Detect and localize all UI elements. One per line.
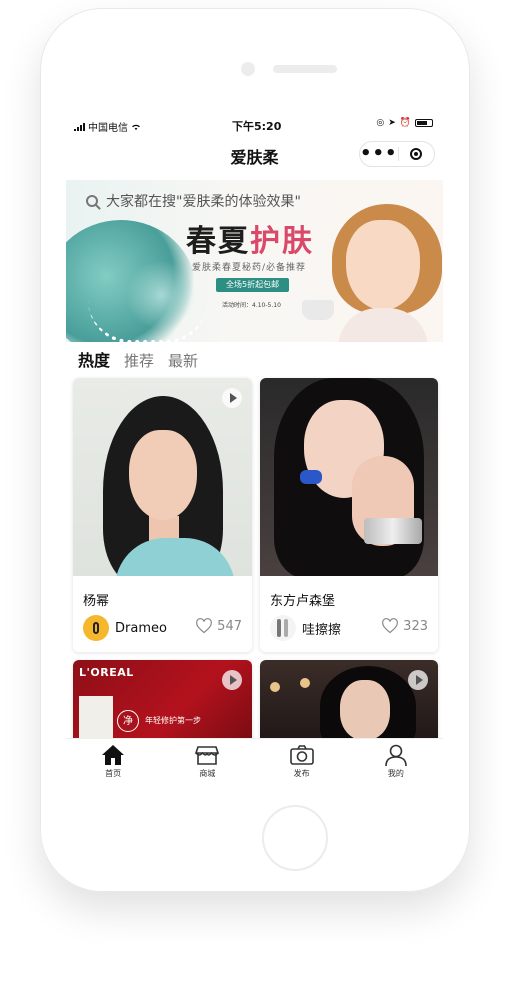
search-placeholder: 大家都在搜"爱肤柔的体验效果" bbox=[106, 194, 301, 210]
banner-headline: 春夏护肤 bbox=[186, 216, 314, 260]
tabbar-label: 发布 bbox=[293, 769, 310, 778]
avatar bbox=[83, 615, 109, 641]
post-card[interactable] bbox=[260, 660, 438, 750]
photo-subject-face bbox=[340, 680, 390, 740]
like-count: 547 bbox=[217, 618, 242, 634]
key-icon bbox=[93, 622, 99, 634]
tabbar-item-home[interactable]: 首页 bbox=[66, 739, 160, 784]
camera-icon bbox=[289, 745, 314, 765]
tabbar-label: 首页 bbox=[105, 769, 122, 778]
post-author[interactable]: 哇擦擦 bbox=[270, 615, 341, 641]
home-button[interactable] bbox=[262, 805, 328, 871]
post-title: 东方卢森堡 bbox=[270, 594, 336, 609]
photo-subject-ring bbox=[300, 470, 322, 484]
play-icon[interactable] bbox=[408, 670, 428, 690]
ad-circle-mark: 净 bbox=[117, 710, 139, 732]
tabbar-item-shop[interactable]: 商城 bbox=[160, 739, 254, 784]
ad-brand-logo: L'OREAL bbox=[79, 666, 134, 679]
heart-icon bbox=[382, 618, 399, 634]
post-author[interactable]: Drameo bbox=[83, 615, 167, 641]
banner-headline-part-b: 护 bbox=[250, 224, 282, 259]
status-bar: 中国电信 下午5:20 ◎ ➤ ⏰ bbox=[66, 114, 443, 136]
ad-slogan: 年轻修护第一步 bbox=[145, 716, 201, 725]
feed-tabs: 热度 推荐 最新 bbox=[78, 347, 198, 371]
post-photo bbox=[260, 660, 438, 740]
location-icon: ➤ bbox=[388, 118, 396, 128]
close-miniprogram-button[interactable] bbox=[399, 148, 434, 160]
post-photo: L'OREAL 净 年轻修护第一步 bbox=[73, 660, 252, 740]
banner-ribbon: 全场5折起包邮 bbox=[216, 278, 290, 292]
tabbar-label: 我的 bbox=[387, 769, 404, 778]
banner-pearls bbox=[88, 300, 208, 342]
tabbar-item-publish[interactable]: 发布 bbox=[255, 739, 349, 784]
play-icon[interactable] bbox=[222, 670, 242, 690]
like-button[interactable]: 547 bbox=[195, 618, 242, 634]
avatar bbox=[270, 615, 296, 641]
volume-down-button bbox=[37, 270, 40, 320]
more-menu-icon[interactable]: ••• bbox=[360, 145, 398, 163]
shop-icon bbox=[195, 746, 220, 765]
tabbar-item-profile[interactable]: 我的 bbox=[349, 739, 443, 784]
post-card[interactable]: 东方卢森堡 哇擦擦 323 bbox=[260, 378, 438, 652]
post-card[interactable]: 杨幂 Drameo 547 bbox=[73, 378, 252, 652]
miniprogram-capsule: ••• bbox=[359, 141, 435, 167]
front-camera bbox=[241, 62, 255, 76]
battery-icon bbox=[415, 119, 433, 127]
nav-bar: 爱肤柔 ••• bbox=[66, 136, 443, 172]
mute-switch bbox=[37, 158, 40, 188]
target-icon bbox=[410, 148, 423, 160]
post-photo bbox=[73, 378, 252, 576]
search-icon bbox=[86, 195, 98, 207]
banner-headline-part-a: 春夏 bbox=[186, 224, 250, 259]
photo-subject-face bbox=[129, 430, 197, 520]
author-name: 哇擦擦 bbox=[302, 622, 342, 638]
banner-illustration-face bbox=[346, 220, 420, 310]
product-package bbox=[79, 696, 113, 740]
post-title: 杨幂 bbox=[83, 594, 110, 609]
banner-illustration-body bbox=[338, 308, 428, 342]
earpiece-speaker bbox=[273, 65, 337, 73]
bottom-tab-bar: 首页 商城 发布 我的 bbox=[66, 738, 443, 784]
home-icon bbox=[102, 745, 125, 765]
person-icon bbox=[385, 744, 407, 767]
lock-rotation-icon: ◎ bbox=[376, 118, 385, 128]
photo-subject-bracelet bbox=[364, 518, 422, 544]
post-card[interactable]: L'OREAL 净 年轻修护第一步 bbox=[73, 660, 252, 750]
carrier-indicator: 中国电信 bbox=[74, 119, 141, 134]
search-bar[interactable]: 大家都在搜"爱肤柔的体验效果" bbox=[86, 188, 416, 214]
tabbar-label: 商城 bbox=[199, 769, 216, 778]
post-photo bbox=[260, 378, 438, 576]
alarm-icon: ⏰ bbox=[399, 118, 411, 128]
tab-recommended[interactable]: 推荐 bbox=[124, 350, 154, 371]
app-screen: 中国电信 下午5:20 ◎ ➤ ⏰ 爱肤柔 ••• 春夏护肤 爱肤柔春夏秘药/必… bbox=[66, 114, 443, 784]
play-icon[interactable] bbox=[222, 388, 242, 408]
status-time: 下午5:20 bbox=[232, 120, 282, 133]
carrier-name: 中国电信 bbox=[88, 123, 128, 134]
like-count: 323 bbox=[403, 618, 428, 634]
status-icons: ◎ ➤ ⏰ bbox=[376, 118, 433, 128]
wifi-icon bbox=[132, 124, 140, 130]
tab-hot[interactable]: 热度 bbox=[78, 347, 110, 371]
photo-background-lights bbox=[270, 682, 280, 692]
banner-date: 活动时间：4.10-5.10 bbox=[222, 302, 281, 309]
tab-latest[interactable]: 最新 bbox=[168, 350, 198, 371]
heart-icon bbox=[196, 618, 213, 634]
author-name: Drameo bbox=[115, 620, 167, 636]
volume-up-button bbox=[37, 208, 40, 258]
like-button[interactable]: 323 bbox=[381, 618, 428, 634]
banner-subtitle: 爱肤柔春夏秘药/必备推荐 bbox=[192, 263, 307, 273]
signal-icon bbox=[74, 122, 85, 131]
banner-headline-part-c: 肤 bbox=[282, 224, 314, 259]
banner-cream-jar bbox=[302, 300, 334, 320]
